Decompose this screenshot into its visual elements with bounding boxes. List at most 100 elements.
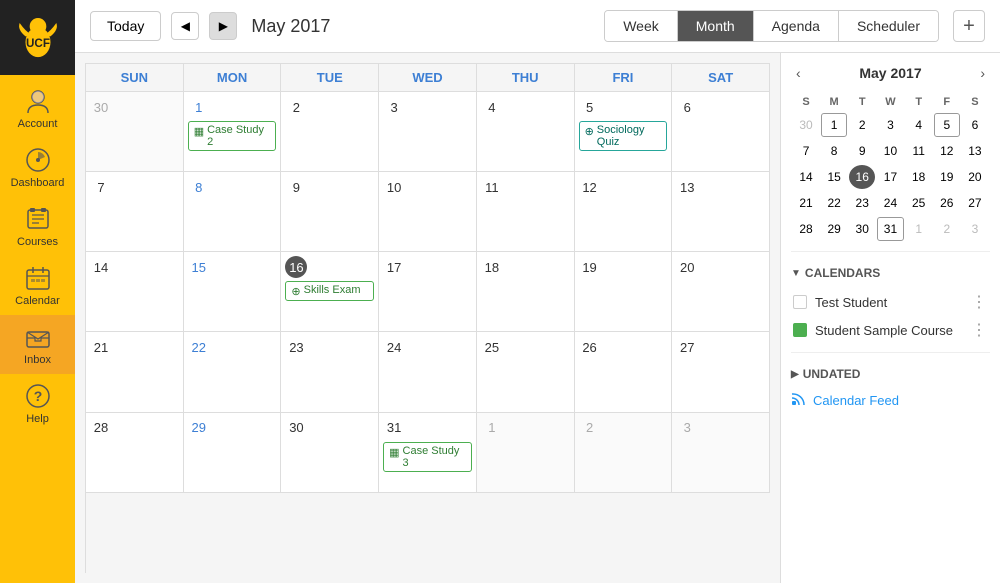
table-row[interactable]: 9 [281,172,379,252]
svg-text:?: ? [33,388,42,404]
table-row[interactable]: 2 [575,413,673,493]
mini-day[interactable]: 12 [934,139,960,163]
mini-day[interactable]: 27 [962,191,988,215]
table-row[interactable]: 18 [477,252,575,332]
table-row[interactable]: 22 [184,332,282,412]
sidebar-item-courses[interactable]: Courses [0,197,75,256]
mini-day[interactable]: 19 [934,165,960,189]
mini-day[interactable]: 3 [877,113,903,137]
mini-day[interactable]: 20 [962,165,988,189]
mini-day[interactable]: 11 [906,139,932,163]
today-button[interactable]: Today [90,11,161,41]
calendar-area: SUN MON TUE WED THU FRI SAT 30 1 ▦ Case … [75,53,1000,583]
table-row[interactable]: 1 ▦ Case Study 2 [184,92,282,172]
table-row[interactable]: 26 [575,332,673,412]
mini-day[interactable]: 9 [849,139,875,163]
table-row[interactable]: 15 [184,252,282,332]
table-row[interactable]: 27 [672,332,770,412]
mini-day[interactable]: 22 [821,191,847,215]
table-row[interactable]: 23 [281,332,379,412]
event-case-study-3[interactable]: ▦ Case Study 3 [383,442,472,472]
mini-day[interactable]: 21 [793,191,819,215]
mini-day[interactable]: 13 [962,139,988,163]
table-row[interactable]: 30 [86,92,184,172]
mini-day[interactable]: 6 [962,113,988,137]
calendar-options-test-student[interactable]: ⋮ [971,292,988,312]
mini-day[interactable]: 29 [821,217,847,241]
sidebar-item-dashboard[interactable]: Dashboard [0,138,75,197]
mini-day[interactable]: 2 [934,217,960,241]
tab-month[interactable]: Month [678,11,754,41]
mini-prev-button[interactable]: ‹ [791,63,806,83]
mini-day[interactable]: 25 [906,191,932,215]
table-row[interactable]: 28 [86,413,184,493]
table-row[interactable]: 5 ⊕ Sociology Quiz [575,92,673,172]
sidebar-item-inbox[interactable]: Inbox [0,315,75,374]
calendar-feed-label: Calendar Feed [813,393,899,408]
table-row[interactable]: 12 [575,172,673,252]
table-row[interactable]: 25 [477,332,575,412]
event-skills-exam[interactable]: ⊕ Skills Exam [285,281,374,301]
mini-day-today[interactable]: 16 [849,165,875,189]
sidebar-item-account[interactable]: Account [0,79,75,138]
mini-day[interactable]: 4 [906,113,932,137]
mini-day[interactable]: 1 [821,113,847,137]
mini-day[interactable]: 23 [849,191,875,215]
sidebar-item-help[interactable]: ? Help [0,374,75,433]
table-row[interactable]: 10 [379,172,477,252]
calendar-feed-link[interactable]: Calendar Feed [791,391,990,410]
mini-day[interactable]: 3 [962,217,988,241]
mini-day[interactable]: 17 [877,165,903,189]
prev-button[interactable]: ◀ [171,12,199,40]
table-row[interactable]: 4 [477,92,575,172]
table-row[interactable]: 2 [281,92,379,172]
mini-day[interactable]: 30 [849,217,875,241]
mini-day[interactable]: 15 [821,165,847,189]
table-row[interactable]: 16 ⊕ Skills Exam [281,252,379,332]
table-row[interactable]: 24 [379,332,477,412]
next-button[interactable]: ▶ [209,12,237,40]
mini-day[interactable]: 8 [821,139,847,163]
tab-scheduler[interactable]: Scheduler [839,11,938,41]
mini-day[interactable]: 7 [793,139,819,163]
table-row[interactable]: 8 [184,172,282,252]
table-row[interactable]: 21 [86,332,184,412]
table-row[interactable]: 6 [672,92,770,172]
mini-day[interactable]: 30 [793,113,819,137]
table-row[interactable]: 13 [672,172,770,252]
mini-next-button[interactable]: › [975,63,990,83]
table-row[interactable]: 29 [184,413,282,493]
sidebar-item-calendar[interactable]: Calendar [0,256,75,315]
mini-day[interactable]: 2 [849,113,875,137]
table-row[interactable]: 14 [86,252,184,332]
mini-day[interactable]: 1 [906,217,932,241]
tab-week[interactable]: Week [605,11,678,41]
mini-day[interactable]: 24 [877,191,903,215]
table-row[interactable]: 7 [86,172,184,252]
mini-day[interactable]: 18 [906,165,932,189]
tab-agenda[interactable]: Agenda [754,11,839,41]
event-case-study-2[interactable]: ▦ Case Study 2 [188,121,277,151]
table-row[interactable]: 20 [672,252,770,332]
table-row[interactable]: 1 [477,413,575,493]
table-row[interactable]: 19 [575,252,673,332]
table-row[interactable]: 17 [379,252,477,332]
event-sociology-quiz[interactable]: ⊕ Sociology Quiz [579,121,668,151]
table-row[interactable]: 3 [672,413,770,493]
table-row[interactable]: 11 [477,172,575,252]
dashboard-icon [24,146,52,174]
add-button[interactable]: + [953,10,985,42]
mini-day[interactable]: 5 [934,113,960,137]
sidebar-item-account-label: Account [18,118,58,130]
mini-day[interactable]: 26 [934,191,960,215]
table-row[interactable]: 31 ▦ Case Study 3 [379,413,477,493]
table-row[interactable]: 30 [281,413,379,493]
mini-day[interactable]: 10 [877,139,903,163]
mini-day[interactable]: 14 [793,165,819,189]
mini-day[interactable]: 31 [877,217,903,241]
mini-dow-thu: T [906,93,932,111]
mini-day[interactable]: 28 [793,217,819,241]
calendar-options-student-sample[interactable]: ⋮ [971,320,988,340]
header-sat: SAT [672,64,770,92]
table-row[interactable]: 3 [379,92,477,172]
